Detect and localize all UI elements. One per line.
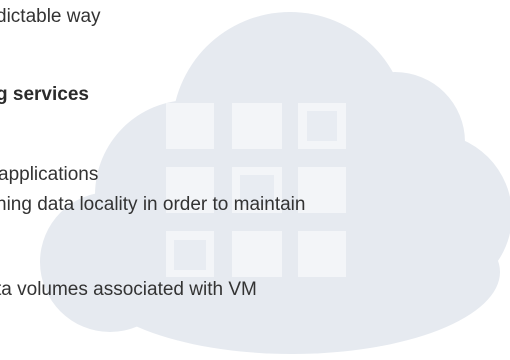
text-line-3: applications [0,164,99,185]
text-line-2: g services [0,84,89,105]
text-line-1: dictable way [0,6,101,27]
text-line-4: ning data locality in order to maintain [0,194,306,215]
text-line-5: ta volumes associated with VM [0,279,257,300]
slide-text: dictable way g services applications nin… [0,0,510,360]
